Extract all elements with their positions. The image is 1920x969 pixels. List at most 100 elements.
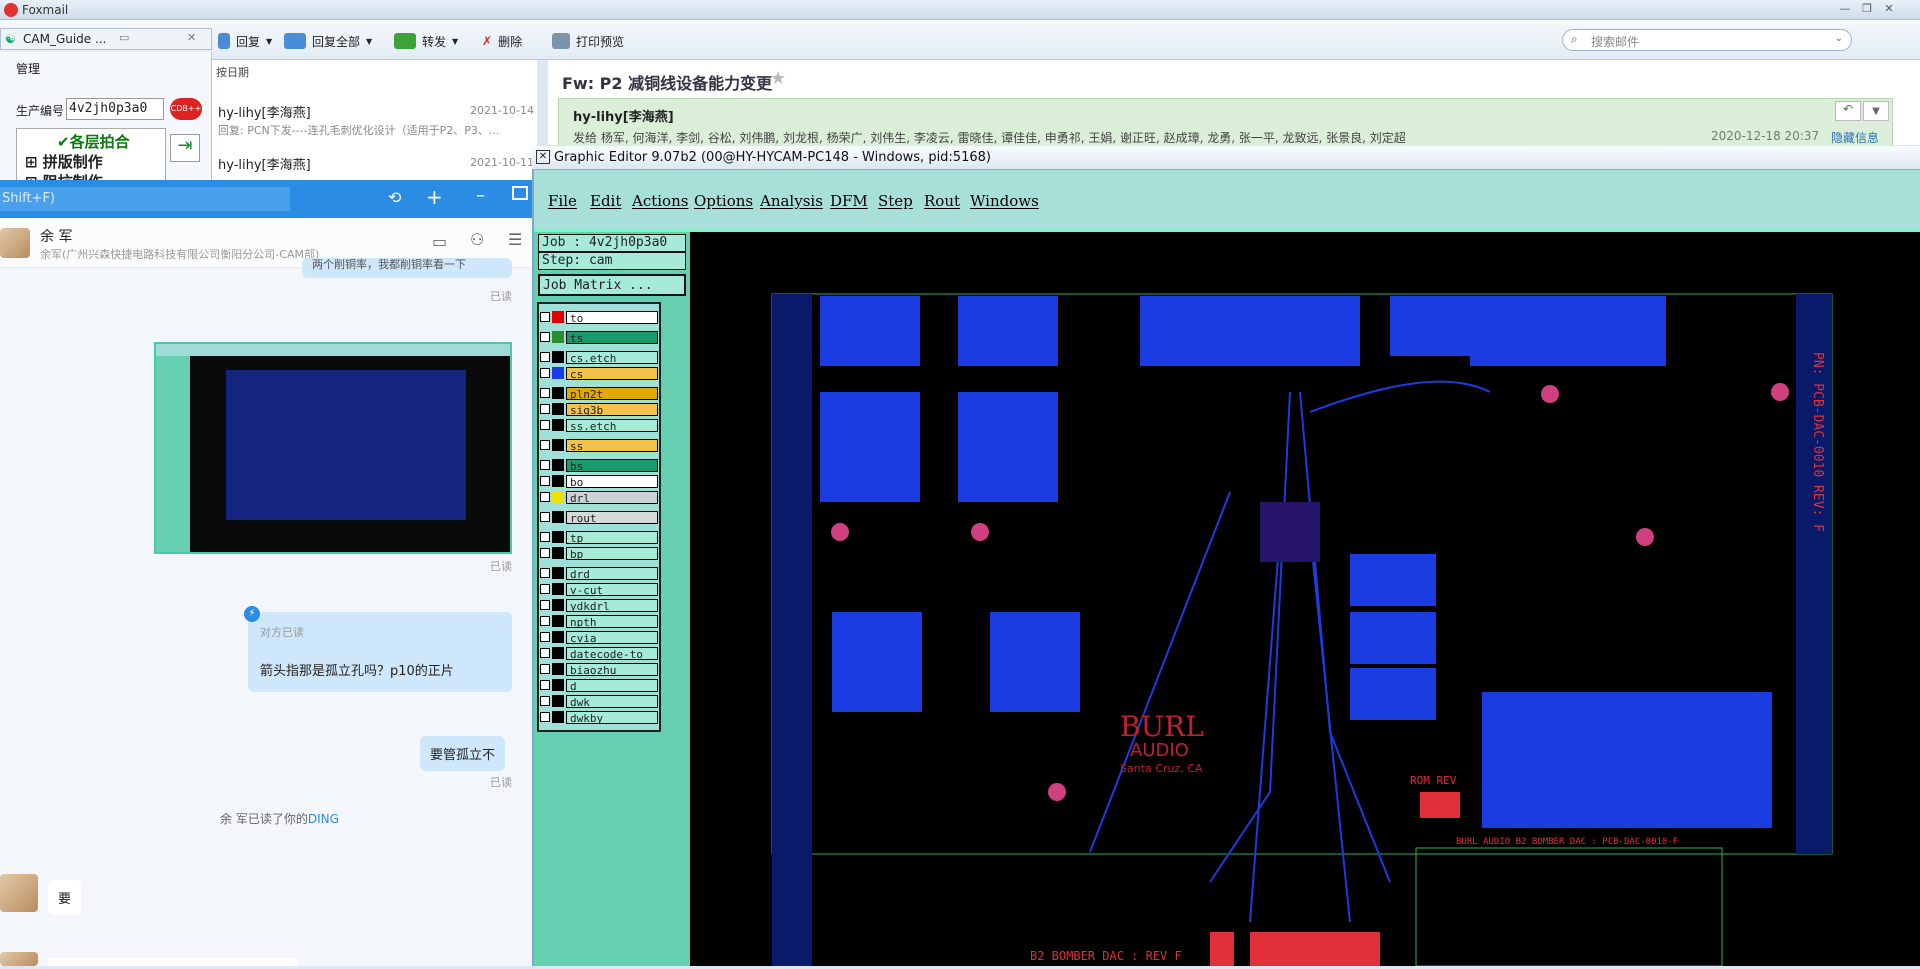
layer-row-ss.etch[interactable]: ss.etch [540,418,658,433]
delete-button[interactable]: ✗ 删除 [482,32,522,50]
layer-checkbox[interactable] [540,632,550,642]
pcb-canvas[interactable]: BURL AUDIO Santa Cruz, CA ROM REV BURL A… [690,232,1920,969]
layer-checkbox[interactable] [540,460,550,470]
layer-checkbox[interactable] [540,352,550,362]
layer-checkbox[interactable] [540,388,550,398]
layer-checkbox[interactable] [540,600,550,610]
layer-name: biaozhu [566,662,658,677]
layer-row-drd[interactable]: drd [540,566,658,581]
layer-row-npth[interactable]: npth [540,614,658,629]
reply-all-button[interactable]: 回复全部 ▼ [284,32,372,50]
menu-file[interactable]: File [548,192,577,210]
layer-row-ss[interactable]: ss [540,438,658,453]
layer-row-rout[interactable]: rout [540,510,658,525]
exit-icon[interactable]: ⇥ [170,134,200,162]
reply-button[interactable]: 回复 ▼ [218,32,272,50]
layer-row-bo[interactable]: bo [540,474,658,489]
star-icon[interactable]: ★ [770,68,786,89]
layer-row-drl[interactable]: drl [540,490,658,505]
layer-checkbox[interactable] [540,476,550,486]
layer-checkbox[interactable] [540,680,550,690]
tree-item-0[interactable]: ✔各层拍合 [57,131,130,152]
menu-actions[interactable]: Actions [632,192,688,210]
menu-analysis[interactable]: Analysis [760,192,823,210]
layer-row-tp[interactable]: tp [540,530,658,545]
layer-row-sig3b[interactable]: sig3b [540,402,658,417]
layer-checkbox[interactable] [540,332,550,342]
layer-row-cs.etch[interactable]: cs.etch [540,350,658,365]
cam-badge-icon[interactable]: CDB++ [170,98,202,120]
tab-close-icon[interactable]: ✕ [187,31,196,44]
layer-checkbox[interactable] [540,696,550,706]
layer-checkbox[interactable] [540,712,550,722]
layer-row-ydkdrl[interactable]: ydkdrl [540,598,658,613]
tab-cam-guide[interactable]: ☯ CAM_Guide ... ▭ ✕ [0,28,212,50]
chevron-down-icon[interactable]: ⌄ [1835,33,1843,44]
menu-icon[interactable]: ☰ [508,230,522,249]
add-icon[interactable]: + [426,185,443,209]
layer-checkbox[interactable] [540,492,550,502]
folder-icon[interactable]: ▭ [432,232,447,251]
menu-windows[interactable]: Windows [970,192,1039,210]
contact-name[interactable]: 余 军 [40,226,72,246]
layer-row-cvia[interactable]: cvia [540,630,658,645]
layer-row-dwkby[interactable]: dwkby [540,710,658,725]
layer-checkbox[interactable] [540,312,550,322]
layer-checkbox[interactable] [540,664,550,674]
chat-search-input[interactable]: Shift+F) [0,187,290,211]
layer-row-bs[interactable]: bs [540,458,658,473]
tab-minimize-icon[interactable]: ▭ [119,31,129,44]
layer-row-datecode-to[interactable]: datecode-to [540,646,658,661]
layer-row-dwk[interactable]: dwk [540,694,658,709]
layer-checkbox[interactable] [540,648,550,658]
sort-label[interactable]: 按日期 [216,64,249,80]
close-icon[interactable]: ✕ [1880,2,1898,16]
layer-row-ts[interactable]: ts [540,330,658,345]
layer-checkbox[interactable] [540,584,550,594]
minimize-icon[interactable]: — [1836,2,1854,16]
menu-edit[interactable]: Edit [590,192,621,210]
layer-checkbox[interactable] [540,512,550,522]
mail-from[interactable]: hy-lihy[李海燕] [573,106,674,125]
job-matrix-button[interactable]: Job Matrix ... [538,274,686,296]
history-icon[interactable]: ⟲ [388,188,401,207]
layer-name: dwkby [566,710,658,725]
mail-item-0[interactable]: hy-lihy[李海燕] 2021-10-14 回复: PCN下发----连孔毛… [218,102,534,142]
reply-small-icon[interactable]: ↶ [1835,101,1861,121]
avatar-incoming[interactable] [0,874,38,912]
hide-info-link[interactable]: 隐藏信息 [1831,129,1879,146]
menu-dfm[interactable]: DFM [830,192,868,210]
layer-row-bp[interactable]: bp [540,546,658,561]
layer-checkbox[interactable] [540,532,550,542]
restore-icon[interactable]: ❐ [1858,2,1876,16]
layer-row-cs[interactable]: cs [540,366,658,381]
print-preview-button[interactable]: 打印预览 [552,32,624,50]
more-chevron-icon[interactable]: ▼ [1863,101,1889,121]
minimize-chat-icon[interactable]: – [476,185,485,206]
layer-checkbox[interactable] [540,568,550,578]
layer-row-to[interactable]: to [540,310,658,325]
search-input[interactable]: ⌕ 搜索邮件 ⌄ [1562,29,1852,51]
menu-options[interactable]: Options [694,192,753,210]
layer-checkbox[interactable] [540,616,550,626]
layer-checkbox[interactable] [540,404,550,414]
layer-checkbox[interactable] [540,440,550,450]
mail-item-1[interactable]: hy-lihy[李海燕] 2021-10-11 [218,154,534,176]
add-user-icon[interactable]: ⚇ [470,230,484,249]
layer-checkbox[interactable] [540,368,550,378]
maximize-chat-icon[interactable] [512,186,528,200]
avatar[interactable] [0,228,30,258]
editor-app-icon: ✕ [536,150,550,164]
layer-row-d[interactable]: d [540,678,658,693]
prod-no-field[interactable]: 4v2jh0p3a0 [66,98,164,120]
layer-row-pln2t[interactable]: pln2t [540,386,658,401]
layer-row-biaozhu[interactable]: biaozhu [540,662,658,677]
layer-row-v-cut[interactable]: v-cut [540,582,658,597]
tree-item-1[interactable]: ⊞ 拼版制作 [25,151,103,172]
layer-checkbox[interactable] [540,420,550,430]
menu-step[interactable]: Step [878,192,913,210]
forward-button[interactable]: 转发 ▼ [394,32,458,50]
menu-rout[interactable]: Rout [924,192,960,210]
layer-checkbox[interactable] [540,548,550,558]
chat-image-thumbnail[interactable] [154,342,512,554]
